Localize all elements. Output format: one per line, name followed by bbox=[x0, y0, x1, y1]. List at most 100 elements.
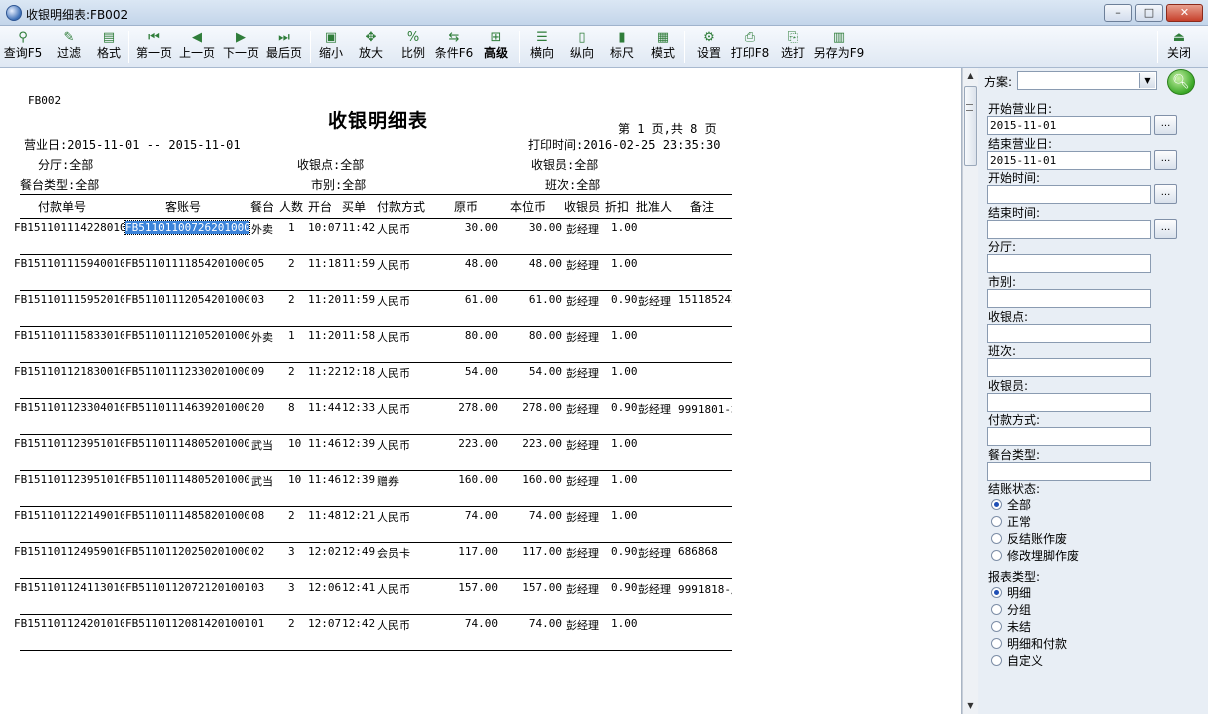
table-cell[interactable]: 人民币 bbox=[377, 509, 437, 525]
toolbar-button-save-as[interactable]: ▥ 另存为F9 bbox=[813, 29, 865, 65]
filter-input[interactable] bbox=[987, 462, 1151, 481]
toolbar-button-last-page[interactable]: ⏭ 最后页 bbox=[264, 29, 304, 65]
toolbar-button-first-page[interactable]: ⏮ 第一页 bbox=[134, 29, 174, 65]
browse-button[interactable]: ... bbox=[1154, 218, 1177, 239]
table-cell[interactable]: 12:41 bbox=[342, 581, 376, 594]
table-cell[interactable]: 彭经理 bbox=[566, 293, 608, 309]
table-cell[interactable]: 11:22 bbox=[308, 365, 342, 378]
table-cell[interactable]: 彭经理 bbox=[566, 545, 608, 561]
filter-input[interactable] bbox=[987, 219, 1151, 239]
table-cell[interactable]: 11:46 bbox=[308, 473, 342, 486]
table-cell[interactable]: 117.00 bbox=[440, 545, 498, 558]
table-cell[interactable]: FB511011202502010009 bbox=[125, 545, 249, 558]
table-cell[interactable]: 74.00 bbox=[440, 509, 498, 522]
table-cell[interactable]: 会员卡 bbox=[377, 545, 437, 561]
table-cell[interactable]: 03 bbox=[251, 293, 279, 306]
toolbar-button-next-page[interactable]: ▶ 下一页 bbox=[221, 29, 261, 65]
table-cell[interactable]: 人民币 bbox=[377, 329, 437, 345]
table-cell[interactable]: 2 bbox=[288, 293, 302, 306]
table-cell[interactable]: 人民币 bbox=[377, 365, 437, 381]
table-cell[interactable]: 54.00 bbox=[500, 365, 562, 378]
table-cell[interactable]: 74.00 bbox=[440, 617, 498, 630]
table-cell[interactable]: FB1511011218300100 bbox=[14, 365, 124, 378]
toolbar-button-print[interactable]: ⎙ 打印F8 bbox=[730, 29, 770, 65]
table-cell[interactable]: FB511011120542010003 bbox=[125, 293, 249, 306]
table-cell[interactable]: FB511011148052010007 bbox=[125, 473, 249, 486]
table-cell[interactable]: 人民币 bbox=[377, 221, 437, 237]
chevron-down-icon[interactable]: ▼ bbox=[1139, 73, 1155, 88]
table-cell[interactable]: 48.00 bbox=[440, 257, 498, 270]
table-cell[interactable]: 彭经理 bbox=[566, 221, 608, 237]
table-cell[interactable]: FB511011208142010011 bbox=[125, 617, 249, 630]
table-cell[interactable]: 160.00 bbox=[440, 473, 498, 486]
table-cell[interactable]: 1.00 bbox=[611, 329, 637, 342]
toolbar-button-zoom-out[interactable]: ▣ 缩小 bbox=[316, 29, 346, 65]
table-cell[interactable]: 30.00 bbox=[500, 221, 562, 234]
table-cell[interactable]: 0.90 bbox=[611, 401, 637, 414]
table-cell[interactable]: 80.00 bbox=[440, 329, 498, 342]
table-cell[interactable]: 彭经理 bbox=[566, 437, 608, 453]
report-type-radio[interactable]: 分组 bbox=[991, 601, 1031, 618]
toolbar-button-select-print[interactable]: ⎘ 选打 bbox=[778, 29, 808, 65]
table-cell[interactable]: 人民币 bbox=[377, 617, 437, 633]
filter-input[interactable] bbox=[987, 185, 1151, 205]
table-cell[interactable]: 61.00 bbox=[440, 293, 498, 306]
toolbar-button-close[interactable]: ⏏ 关闭 bbox=[1163, 29, 1195, 65]
table-cell[interactable]: 外卖 bbox=[251, 329, 279, 345]
table-cell[interactable]: FB511011121052010004 bbox=[125, 329, 249, 342]
table-cell[interactable]: 彭经理 bbox=[566, 257, 608, 273]
filter-input[interactable] bbox=[987, 289, 1151, 308]
table-cell[interactable]: 3 bbox=[288, 545, 302, 558]
minimize-button[interactable]: – bbox=[1104, 4, 1132, 22]
table-cell[interactable]: 外卖 bbox=[251, 221, 279, 237]
table-cell[interactable]: 05 bbox=[251, 257, 279, 270]
table-cell[interactable]: 11:20 bbox=[308, 329, 342, 342]
table-cell[interactable]: 1.00 bbox=[611, 365, 637, 378]
table-cell[interactable]: 彭经理 bbox=[566, 473, 608, 489]
table-cell[interactable]: 1.00 bbox=[611, 437, 637, 450]
toolbar-button-filter[interactable]: ✎ 过滤 bbox=[52, 29, 86, 65]
table-cell[interactable]: 08 bbox=[251, 509, 279, 522]
window-close-button[interactable]: ✕ bbox=[1166, 4, 1203, 22]
table-cell[interactable]: 人民币 bbox=[377, 293, 437, 309]
filter-input[interactable] bbox=[987, 427, 1151, 447]
toolbar-button-advanced[interactable]: ⊞ 高级 bbox=[479, 29, 513, 65]
table-cell[interactable]: 人民币 bbox=[377, 401, 437, 417]
table-cell[interactable]: 11:58 bbox=[342, 329, 376, 342]
table-cell[interactable]: 2 bbox=[288, 617, 302, 630]
table-cell[interactable]: 12:39 bbox=[342, 437, 376, 450]
table-cell[interactable]: 11:46 bbox=[308, 437, 342, 450]
table-cell[interactable]: 12:18 bbox=[342, 365, 376, 378]
settle-status-radio[interactable]: 正常 bbox=[991, 513, 1031, 530]
browse-button[interactable]: ... bbox=[1154, 184, 1177, 205]
toolbar-button-ratio[interactable]: % 比例 bbox=[398, 29, 428, 65]
maximize-button[interactable]: □ bbox=[1135, 4, 1163, 22]
toolbar-button-mode[interactable]: ▦ 模式 bbox=[648, 29, 678, 65]
toolbar-button-condition[interactable]: ⇆ 条件F6 bbox=[433, 29, 475, 65]
toolbar-button-query[interactable]: ⚲ 查询F5 bbox=[2, 29, 44, 65]
scheme-select[interactable]: ▼ bbox=[1017, 71, 1157, 90]
table-cell[interactable]: 武当 bbox=[251, 473, 279, 489]
table-cell[interactable]: 8 bbox=[288, 401, 302, 414]
toolbar-button-portrait[interactable]: ▯ 纵向 bbox=[567, 29, 597, 65]
table-cell[interactable]: 11:44 bbox=[308, 401, 342, 414]
table-cell[interactable]: 0.90 bbox=[611, 545, 637, 558]
settle-status-radio[interactable]: 全部 bbox=[991, 496, 1031, 513]
filter-input[interactable]: 2015-11-01 bbox=[987, 116, 1151, 135]
report-type-radio[interactable]: 自定义 bbox=[991, 652, 1043, 669]
table-cell[interactable]: FB1511011249590100 bbox=[14, 545, 124, 558]
table-cell[interactable]: 0.90 bbox=[611, 581, 637, 594]
table-cell[interactable]: 48.00 bbox=[500, 257, 562, 270]
table-cell[interactable]: 12:49 bbox=[342, 545, 376, 558]
table-cell[interactable]: 01 bbox=[251, 617, 279, 630]
table-cell[interactable]: 1 bbox=[288, 221, 302, 234]
table-cell[interactable]: 10 bbox=[288, 473, 302, 486]
table-cell[interactable]: 12:07 bbox=[308, 617, 342, 630]
table-cell[interactable]: FB1511011142280100 bbox=[14, 221, 124, 234]
table-cell[interactable]: 彭经理 bbox=[638, 293, 678, 309]
table-cell[interactable]: 117.00 bbox=[500, 545, 562, 558]
table-cell[interactable]: 03 bbox=[251, 581, 279, 594]
table-cell[interactable]: 54.00 bbox=[440, 365, 498, 378]
table-cell[interactable]: 278.00 bbox=[440, 401, 498, 414]
table-cell[interactable]: 1.00 bbox=[611, 473, 637, 486]
